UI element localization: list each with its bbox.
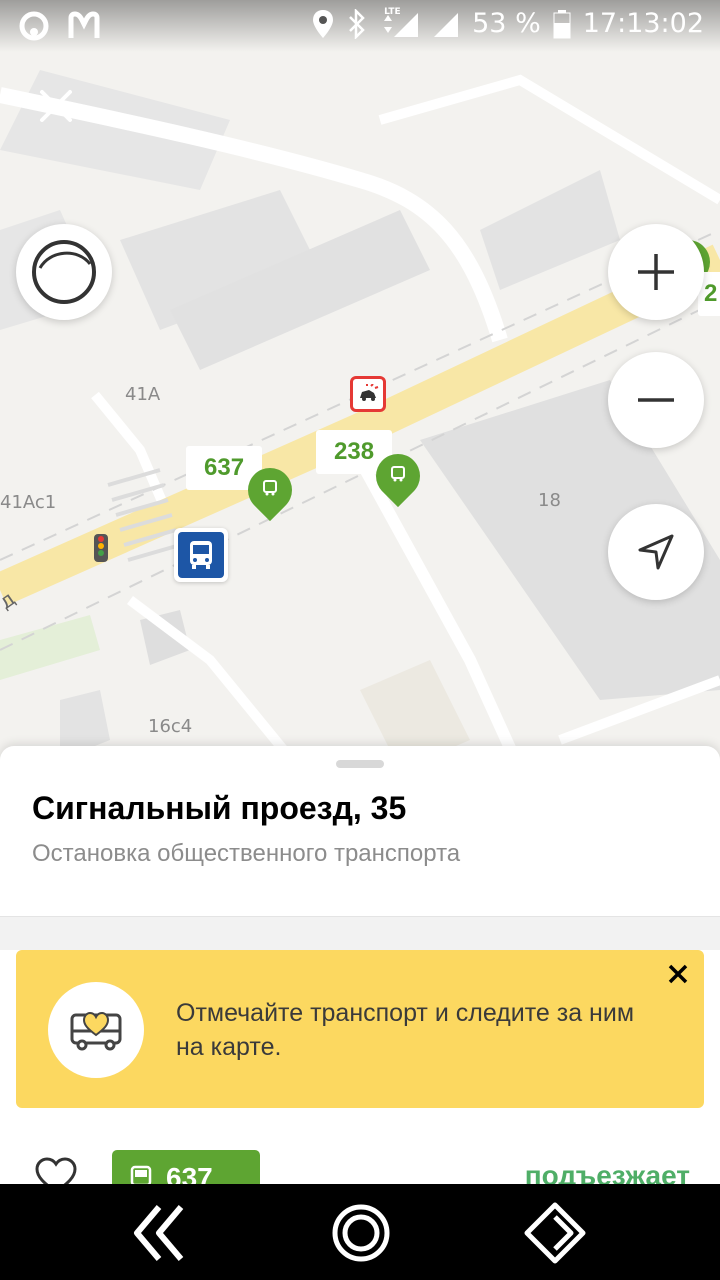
zoom-out-button[interactable] xyxy=(608,352,704,448)
clock: 17:13:02 xyxy=(582,8,704,39)
building-label: 41Ac1 xyxy=(0,492,57,513)
recent-apps-button[interactable] xyxy=(520,1198,590,1268)
stop-bottom-sheet[interactable]: Сигнальный проезд, 35 Остановка обществе… xyxy=(0,746,720,1186)
close-icon xyxy=(668,964,688,984)
favorite-button[interactable] xyxy=(34,1156,78,1186)
back-chevrons-icon xyxy=(134,1205,184,1261)
profile-circle-icon xyxy=(32,240,96,304)
promo-text: Отмечайте транспорт и следите за ним на … xyxy=(176,999,635,1061)
signal-icon xyxy=(434,12,459,37)
bus-stop-selected-icon[interactable] xyxy=(174,528,228,582)
promo-close-button[interactable] xyxy=(666,962,690,986)
locate-button[interactable] xyxy=(608,504,704,600)
signal-icon xyxy=(384,12,419,37)
traffic-light-icon xyxy=(94,534,108,562)
route-row[interactable]: 637 подъезжает xyxy=(0,1126,720,1186)
recent-diamond-icon xyxy=(524,1202,586,1264)
heart-outline-icon xyxy=(35,1157,77,1186)
battery-percent: 53 % xyxy=(472,8,541,39)
close-icon xyxy=(40,90,72,122)
building-label: 16c4 xyxy=(148,716,193,737)
promo-icon-circle xyxy=(48,982,144,1078)
location-icon xyxy=(313,9,334,38)
battery-icon xyxy=(553,9,571,38)
system-nav-bar xyxy=(0,1184,720,1280)
map-view[interactable]: 41A 41Ac1 18 16c4 д 637 238 2 xyxy=(0,0,720,770)
locate-arrow-icon xyxy=(638,534,674,570)
back-button[interactable] xyxy=(126,1198,196,1268)
home-button[interactable] xyxy=(326,1198,396,1268)
stop-subtitle: Остановка общественного транспорта xyxy=(32,840,461,867)
profile-button[interactable] xyxy=(16,224,112,320)
stop-title: Сигнальный проезд, 35 xyxy=(32,790,407,826)
close-button[interactable] xyxy=(34,84,78,128)
road-accident-icon[interactable] xyxy=(350,376,386,412)
bluetooth-icon xyxy=(349,8,365,39)
building-label: 41A xyxy=(125,384,161,405)
bus-icon xyxy=(130,1165,152,1186)
plus-icon xyxy=(638,254,674,290)
building-label: 18 xyxy=(538,490,561,511)
zoom-in-button[interactable] xyxy=(608,224,704,320)
status-bar: LTE 53 % 17:13:02 xyxy=(0,0,720,52)
sheet-grabber[interactable] xyxy=(336,760,384,768)
mi-app-icon xyxy=(68,11,100,38)
home-circle-icon xyxy=(332,1204,390,1262)
lte-signal: LTE xyxy=(380,7,420,39)
minus-icon xyxy=(638,398,674,402)
promo-banner[interactable]: Отмечайте транспорт и следите за ним на … xyxy=(16,950,704,1108)
section-divider xyxy=(0,916,720,950)
route-number: 637 xyxy=(166,1162,213,1186)
ring-app-icon xyxy=(19,11,49,41)
arrival-status: подъезжает xyxy=(524,1160,690,1186)
route-chip[interactable]: 637 xyxy=(112,1150,260,1186)
bus-heart-icon xyxy=(70,1011,122,1051)
